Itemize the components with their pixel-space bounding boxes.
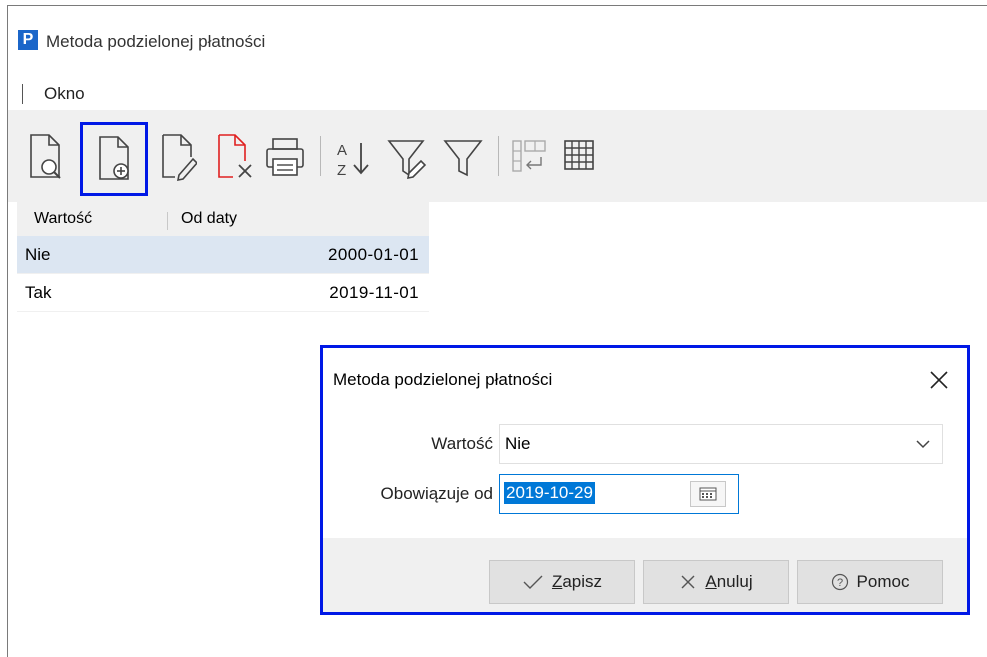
svg-text:Z: Z (337, 162, 346, 179)
cell-date: 2000-01-01 (328, 245, 419, 264)
menu-separator (22, 84, 23, 104)
cancel-button[interactable]: Anuluj (643, 560, 789, 604)
svg-text:A: A (337, 142, 347, 159)
toolbar-separator (320, 136, 321, 176)
grid-icon (564, 140, 594, 170)
table-row[interactable]: Nie 2000-01-01 (17, 236, 429, 274)
delete-button[interactable] (210, 126, 256, 188)
calendar-button[interactable] (690, 481, 726, 507)
column-header-wartosc[interactable]: Wartość (34, 210, 92, 228)
help-circle-icon: ? (831, 573, 848, 591)
date-label: Obowiązuje od (380, 484, 493, 503)
edit-dialog: Metoda podzielonej płatności Wartość Nie… (320, 345, 970, 615)
close-button[interactable] (927, 368, 951, 392)
value-selected: Nie (505, 434, 531, 453)
sort-button[interactable]: A Z (330, 126, 376, 188)
filter-button[interactable] (440, 126, 486, 188)
value-label: Wartość (431, 434, 493, 453)
help-label: Pomoc (856, 572, 910, 591)
document-edit-icon (162, 134, 197, 182)
filter-edit-icon (387, 140, 427, 180)
grid-button[interactable] (556, 126, 602, 188)
save-label: Zapisz (551, 572, 603, 591)
cell-value: Tak (25, 283, 52, 302)
column-separator (167, 212, 168, 230)
close-icon (930, 371, 948, 389)
menu-item-okno[interactable]: Okno (44, 84, 85, 104)
export-button[interactable] (506, 126, 552, 188)
cancel-x-icon (681, 575, 695, 589)
calendar-icon (699, 487, 717, 501)
printer-icon (266, 138, 304, 176)
cell-value: Nie (25, 245, 51, 264)
save-button[interactable]: Zapisz (489, 560, 635, 604)
table-row[interactable]: Tak 2019-11-01 (17, 274, 429, 312)
grid-header: Wartość Od daty (17, 202, 429, 236)
document-delete-icon (218, 134, 252, 178)
window-title: Metoda podzielonej płatności (46, 32, 266, 51)
add-button[interactable] (80, 122, 148, 196)
app-logo-icon: P (18, 30, 38, 50)
value-combobox[interactable]: Nie (499, 424, 943, 464)
dialog-title: Metoda podzielonej płatności (333, 370, 553, 389)
date-value: 2019-10-29 (504, 482, 595, 504)
data-grid: Wartość Od daty Nie 2000-01-01 Tak 2019-… (17, 202, 429, 312)
document-add-icon (99, 136, 129, 180)
print-button[interactable] (262, 126, 308, 188)
preview-button[interactable] (22, 126, 68, 188)
menu-bar (8, 78, 987, 110)
filter-icon (443, 140, 483, 177)
export-grid-icon (512, 140, 546, 172)
filter-edit-button[interactable] (384, 126, 430, 188)
help-button[interactable]: ? Pomoc (797, 560, 943, 604)
chevron-down-icon (916, 440, 930, 449)
checkmark-icon (523, 575, 543, 589)
document-preview-icon (30, 134, 61, 179)
toolbar-separator (498, 136, 499, 176)
svg-text:?: ? (836, 577, 842, 589)
edit-button[interactable] (154, 126, 200, 188)
cell-date: 2019-11-01 (329, 283, 419, 302)
date-field[interactable]: 2019-10-29 (499, 474, 739, 514)
cancel-label: Anuluj (705, 572, 753, 591)
column-header-od-daty[interactable]: Od daty (181, 210, 237, 228)
sort-az-icon: A Z (337, 142, 369, 179)
